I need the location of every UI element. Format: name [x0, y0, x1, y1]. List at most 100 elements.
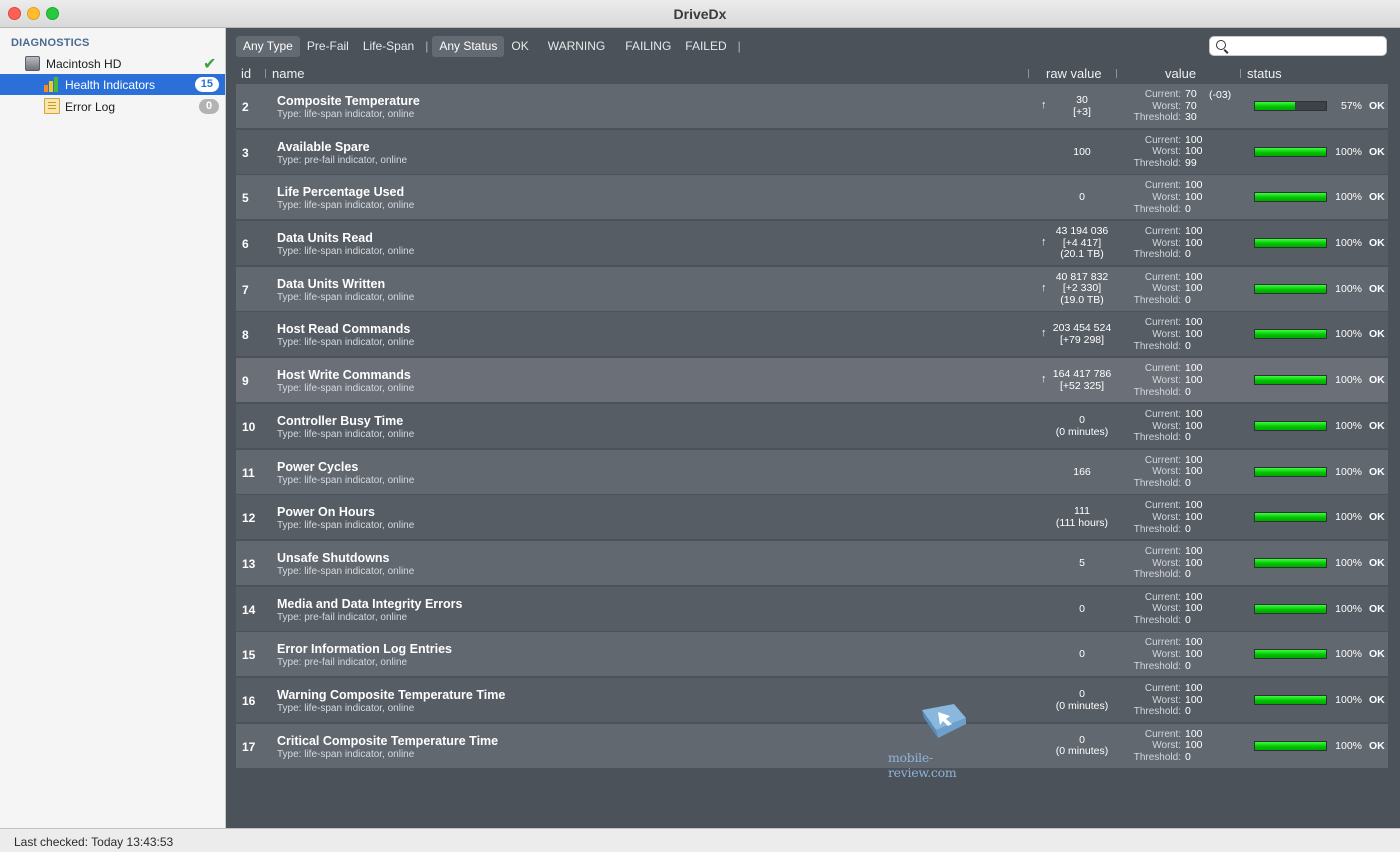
health-bar	[1254, 649, 1327, 660]
worst-label: Worst:	[1152, 146, 1181, 158]
search-input[interactable]	[1209, 36, 1387, 56]
threshold-label: Threshold:	[1133, 706, 1181, 718]
filter-life-span[interactable]: Life-Span	[356, 36, 421, 57]
raw-value: 0	[1048, 192, 1116, 204]
worst-label: Worst:	[1152, 740, 1181, 752]
sidebar: DIAGNOSTICS Macintosh HD ✔ Health Indica…	[0, 28, 226, 828]
value-labels: Current: Worst: Threshold:	[1119, 317, 1181, 352]
watermark: mobile-review.com	[888, 700, 992, 780]
indicator-id: 11	[242, 465, 255, 480]
indicator-type: Type: life-span indicator, online	[277, 428, 415, 440]
threshold-label: Threshold:	[1133, 158, 1181, 170]
status-text: OK	[1369, 648, 1385, 661]
column-header-name[interactable]: name	[272, 66, 305, 81]
filter-failing[interactable]: FAILING	[617, 36, 679, 57]
table-row[interactable]: 7 Data Units Written Type: life-span indic…	[236, 266, 1388, 312]
threshold-label: Threshold:	[1133, 386, 1181, 398]
health-bar-fill	[1255, 558, 1326, 567]
raw-value: 43 194 036 [+4 417] (20.1 TB)	[1048, 225, 1116, 261]
table-row[interactable]: 3 Available Spare Type: pre-fail indicator…	[236, 129, 1388, 175]
health-bar-fill	[1255, 421, 1326, 430]
indicator-name: Composite Temperature	[277, 94, 420, 108]
indicator-id: 15	[242, 648, 256, 663]
column-header-id[interactable]: id	[241, 66, 251, 81]
table-row[interactable]: 5 Life Percentage Used Type: life-span ind…	[236, 175, 1388, 221]
health-bar-fill	[1255, 695, 1326, 704]
value-labels: Current: Worst: Threshold:	[1119, 180, 1181, 215]
raw-value-line: 0	[1079, 648, 1085, 661]
column-divider[interactable]	[1240, 69, 1241, 78]
health-bar	[1254, 283, 1327, 294]
value-numbers: 100 100 0	[1185, 637, 1215, 672]
status-text: OK	[1369, 465, 1385, 478]
status-text: OK	[1369, 237, 1385, 250]
raw-value: 40 817 832 [+2 330] (19.0 TB)	[1048, 271, 1116, 307]
filter-failed[interactable]: FAILED	[679, 36, 733, 57]
table-row[interactable]: 8 Host Read Commands Type: life-span indic…	[236, 312, 1388, 358]
indicator-id: 2	[242, 100, 249, 114]
indicator-name: Power On Hours	[277, 505, 375, 520]
raw-value: 0 (0 minutes)	[1048, 688, 1116, 712]
indicator-type: Type: pre-fail indicator, online	[277, 657, 408, 669]
health-percent: 100%	[1335, 145, 1362, 158]
table-row[interactable]: 14 Media and Data Integrity Errors Type: p…	[236, 586, 1388, 632]
worst-value: 100	[1185, 647, 1203, 660]
sidebar-header: DIAGNOSTICS	[11, 37, 90, 49]
indicator-id: 14	[242, 602, 256, 617]
indicator-name: Critical Composite Temperature Time	[277, 733, 499, 748]
column-header-raw-value[interactable]: raw value	[1046, 66, 1102, 81]
health-bar	[1254, 694, 1327, 705]
table-row[interactable]: 11 Power Cycles Type: life-span indicator,…	[236, 449, 1388, 495]
table-row[interactable]: 12 Power On Hours Type: life-span indicato…	[236, 495, 1388, 541]
filter-any-type[interactable]: Any Type	[236, 35, 300, 57]
sidebar-item-health-indicators[interactable]: Health Indicators 15	[0, 74, 225, 95]
status-text: OK	[1369, 419, 1385, 432]
raw-value-line: 43 194 036	[1055, 225, 1109, 238]
health-percent: 100%	[1335, 739, 1362, 752]
table-row[interactable]: 6 Data Units Read Type: life-span indicato…	[236, 221, 1388, 267]
raw-value: 30 [+3]	[1048, 94, 1116, 118]
value-labels: Current: Worst: Threshold:	[1119, 135, 1181, 170]
raw-value: 5	[1048, 557, 1116, 570]
filter-warning[interactable]: WARNING	[536, 36, 618, 57]
column-divider[interactable]	[265, 69, 266, 78]
column-header-value[interactable]: value	[1165, 66, 1196, 81]
current-value: 100	[1185, 681, 1203, 694]
title-bar: DriveDx	[0, 0, 1400, 28]
threshold-label: Threshold:	[1133, 569, 1181, 581]
value-numbers: 100 100 0	[1185, 225, 1215, 261]
sidebar-item-label: Health Indicators	[65, 78, 156, 92]
worst-value: 100	[1185, 373, 1203, 386]
table-row[interactable]: 9 Host Write Commands Type: life-span indi…	[236, 358, 1388, 404]
health-bar-fill	[1255, 102, 1296, 110]
table-row[interactable]: 16 Warning Composite Temperature Time Type…	[236, 677, 1388, 723]
column-divider[interactable]	[1116, 69, 1117, 78]
indicator-name: Power Cycles	[277, 459, 359, 474]
current-label: Current:	[1144, 89, 1181, 100]
sidebar-item-disk[interactable]: Macintosh HD ✔	[0, 54, 225, 74]
worst-label: Worst:	[1152, 466, 1181, 478]
threshold-value: 0	[1185, 705, 1191, 718]
last-checked-text: Last checked: Today 13:43:53	[14, 835, 174, 849]
value-numbers: 100 100 0	[1185, 728, 1215, 764]
column-divider[interactable]	[1028, 69, 1029, 78]
current-value: 100	[1185, 544, 1203, 557]
sidebar-item-error-log[interactable]: Error Log 0	[0, 96, 225, 117]
table-row[interactable]: 17 Critical Composite Temperature Time Typ…	[236, 723, 1388, 769]
health-percent: 57%	[1340, 100, 1362, 112]
raw-value-line: (111 hours)	[1055, 516, 1109, 529]
threshold-label: Threshold:	[1133, 112, 1181, 124]
indicator-id: 12	[242, 511, 256, 526]
worst-label: Worst:	[1152, 283, 1181, 295]
health-bar	[1254, 557, 1327, 568]
filter-any-status[interactable]: Any Status	[432, 35, 505, 57]
filter-pre-fail[interactable]: Pre-Fail	[300, 36, 356, 57]
table-row[interactable]: 10 Controller Busy Time Type: life-span in…	[236, 403, 1388, 449]
table-row[interactable]: 13 Unsafe Shutdowns Type: life-span indica…	[236, 540, 1388, 586]
raw-value: 100	[1048, 146, 1116, 159]
table-row[interactable]: 15 Error Information Log Entries Type: pre…	[236, 632, 1388, 678]
filter-ok[interactable]: OK	[504, 36, 535, 57]
health-bar-fill	[1255, 376, 1326, 385]
column-header-status[interactable]: status	[1247, 66, 1282, 81]
table-row[interactable]: 2 Composite Temperature Type: life-span in…	[236, 84, 1388, 129]
